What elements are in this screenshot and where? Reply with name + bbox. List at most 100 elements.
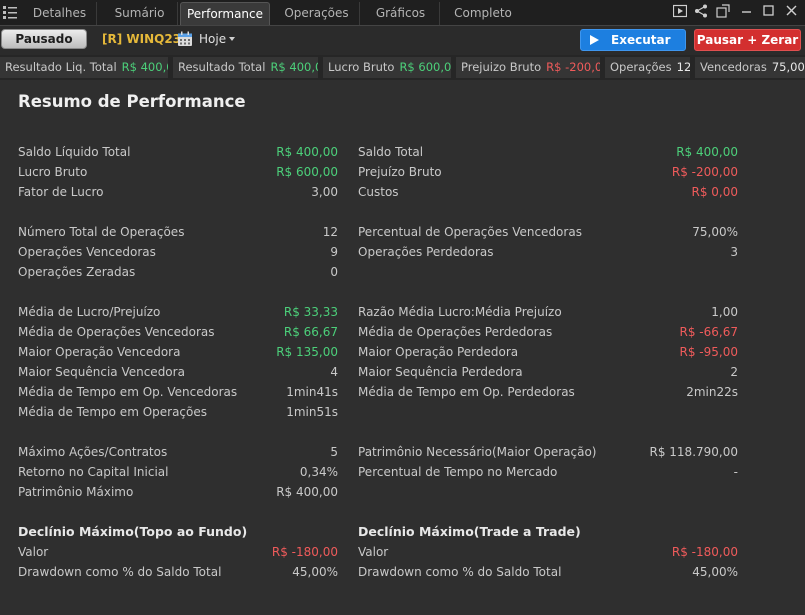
paused-button[interactable]: Pausado <box>1 29 87 49</box>
stat-label: Retorno no Capital Inicial <box>18 465 169 479</box>
toolbar: Pausado [R] WINQ23 Hoje Executar Pausar … <box>0 25 805 55</box>
stat-label: Maior Operação Vencedora <box>18 345 181 359</box>
stat-row: Número Total de Operações 12 <box>18 224 338 240</box>
popout-icon[interactable] <box>716 4 730 18</box>
summary-chip: Lucro Bruto R$ 600,00 <box>323 57 451 78</box>
summary-value: R$ 600,00 <box>399 60 451 74</box>
stat-value: R$ -200,00 <box>671 165 738 179</box>
stat-row: Média de Tempo em Operações 1min51s <box>18 404 338 420</box>
page-title: Resumo de Performance <box>18 92 246 111</box>
stat-label: Máximo Ações/Contratos <box>18 445 168 459</box>
tab-detalhes[interactable]: Detalhes <box>23 2 97 25</box>
maximize-icon[interactable] <box>762 4 776 18</box>
stat-value: 4 <box>330 365 338 379</box>
stat-row: Média de Tempo em Op. Vencedoras 1min41s <box>18 384 338 400</box>
summary-bar: Resultado Liq. Total R$ 400,00 Resultado … <box>0 55 805 80</box>
stat-value: 1min51s <box>286 405 338 419</box>
stat-label: Maior Sequência Perdedora <box>358 365 523 379</box>
stat-value: 1min41s <box>286 385 338 399</box>
section-title: Declínio Máximo(Topo ao Fundo) <box>18 524 248 539</box>
execute-button[interactable]: Executar <box>580 29 686 51</box>
stat-label: Percentual de Operações Vencedoras <box>358 225 582 239</box>
stat-label: Prejuízo Bruto <box>358 165 442 179</box>
close-icon[interactable] <box>785 4 799 18</box>
stat-label: Drawdown como % do Saldo Total <box>18 565 222 579</box>
stat-row: Maior Sequência Perdedora 2 <box>358 364 738 380</box>
stat-value: 0 <box>330 265 338 279</box>
tab-operacoes[interactable]: Operações <box>274 2 360 25</box>
stat-label: Razão Média Lucro:Média Prejuízo <box>358 305 562 319</box>
stat-label: Média de Operações Perdedoras <box>358 325 553 339</box>
stat-label: Saldo Total <box>358 145 424 159</box>
video-icon[interactable] <box>673 4 687 18</box>
stat-label: Fator de Lucro <box>18 185 104 199</box>
stat-label: Valor <box>18 545 49 559</box>
stat-label: Número Total de Operações <box>18 225 185 239</box>
stat-value: 75,00% <box>692 225 738 239</box>
stat-value: R$ -180,00 <box>271 545 338 559</box>
stat-value: 1,00 <box>711 305 738 319</box>
stat-label: Média de Operações Vencedoras <box>18 325 215 339</box>
stat-row: Prejuízo Bruto R$ -200,00 <box>358 164 738 180</box>
stat-row: Percentual de Operações Vencedoras 75,00% <box>358 224 738 240</box>
stat-row: Drawdown como % do Saldo Total 45,00% <box>18 564 338 580</box>
calendar-icon[interactable] <box>177 31 193 47</box>
tab-sumario[interactable]: Sumário <box>102 2 178 25</box>
stat-row: Valor R$ -180,00 <box>358 544 738 560</box>
stat-value: 9 <box>330 245 338 259</box>
stat-row: Custos R$ 0,00 <box>358 184 738 200</box>
section-header: Declínio Máximo(Trade a Trade) <box>358 524 738 540</box>
stat-value: R$ 118.790,00 <box>649 445 739 459</box>
stat-value: R$ 135,00 <box>276 345 338 359</box>
summary-value: R$ 400,00 <box>121 60 168 74</box>
share-icon[interactable] <box>694 4 708 18</box>
stat-label: Média de Tempo em Op. Vencedoras <box>18 385 238 399</box>
pause-and-close-button[interactable]: Pausar + Zerar <box>694 29 801 51</box>
execute-label: Executar <box>611 33 671 47</box>
summary-label: Resultado Liq. Total <box>5 60 117 74</box>
stat-value: R$ -66,67 <box>679 325 738 339</box>
stat-row: Operações Perdedoras 3 <box>358 244 738 260</box>
summary-value: 75,00% <box>771 60 805 74</box>
summary-chip: Operações 12 <box>605 57 690 78</box>
menu-list-icon[interactable] <box>3 5 17 19</box>
stat-value: R$ 400,00 <box>276 145 338 159</box>
date-selector[interactable]: Hoje <box>199 32 226 46</box>
summary-chip: Resultado Total R$ 400,00 <box>173 57 318 78</box>
stat-row: Drawdown como % do Saldo Total 45,00% <box>358 564 738 580</box>
stat-row: Valor R$ -180,00 <box>18 544 338 560</box>
stat-value: 12 <box>322 225 338 239</box>
stat-value: R$ -95,00 <box>679 345 738 359</box>
stat-value: - <box>733 465 738 479</box>
minimize-icon[interactable] <box>740 4 754 18</box>
chevron-down-icon[interactable] <box>229 37 235 41</box>
stat-value: R$ 0,00 <box>691 185 738 199</box>
stat-label: Operações Perdedoras <box>358 245 494 259</box>
tab-graficos[interactable]: Gráficos <box>362 2 440 25</box>
tab-bar: Detalhes Sumário Performance Operações G… <box>0 0 805 25</box>
stat-value: R$ 400,00 <box>276 485 338 499</box>
summary-label: Vencedoras <box>700 60 767 74</box>
summary-value: R$ 400,00 <box>270 60 318 74</box>
stat-value: R$ 400,00 <box>676 145 738 159</box>
summary-chip: Prejuizo Bruto R$ -200,00 <box>456 57 600 78</box>
symbol-label[interactable]: [R] WINQ23 <box>102 32 181 46</box>
stat-row: Percentual de Tempo no Mercado - <box>358 464 738 480</box>
tab-completo[interactable]: Completo <box>442 2 524 25</box>
summary-value: 12 <box>676 60 690 74</box>
section-title: Declínio Máximo(Trade a Trade) <box>358 524 581 539</box>
stat-row: Média de Operações Vencedoras R$ 66,67 <box>18 324 338 340</box>
stat-label: Operações Zeradas <box>18 265 136 279</box>
summary-chip: Resultado Liq. Total R$ 400,00 <box>0 57 168 78</box>
stat-row: Máximo Ações/Contratos 5 <box>18 444 338 460</box>
stat-row: Patrimônio Necessário(Maior Operação) R$ … <box>358 444 738 460</box>
stat-value: R$ 66,67 <box>283 325 338 339</box>
stat-row: Operações Vencedoras 9 <box>18 244 338 260</box>
tab-performance[interactable]: Performance <box>180 2 270 25</box>
stat-value: R$ 33,33 <box>283 305 338 319</box>
stat-label: Lucro Bruto <box>18 165 88 179</box>
stat-label: Saldo Líquido Total <box>18 145 131 159</box>
stat-label: Operações Vencedoras <box>18 245 156 259</box>
stat-label: Média de Tempo em Operações <box>18 405 207 419</box>
stat-label: Patrimônio Máximo <box>18 485 134 499</box>
